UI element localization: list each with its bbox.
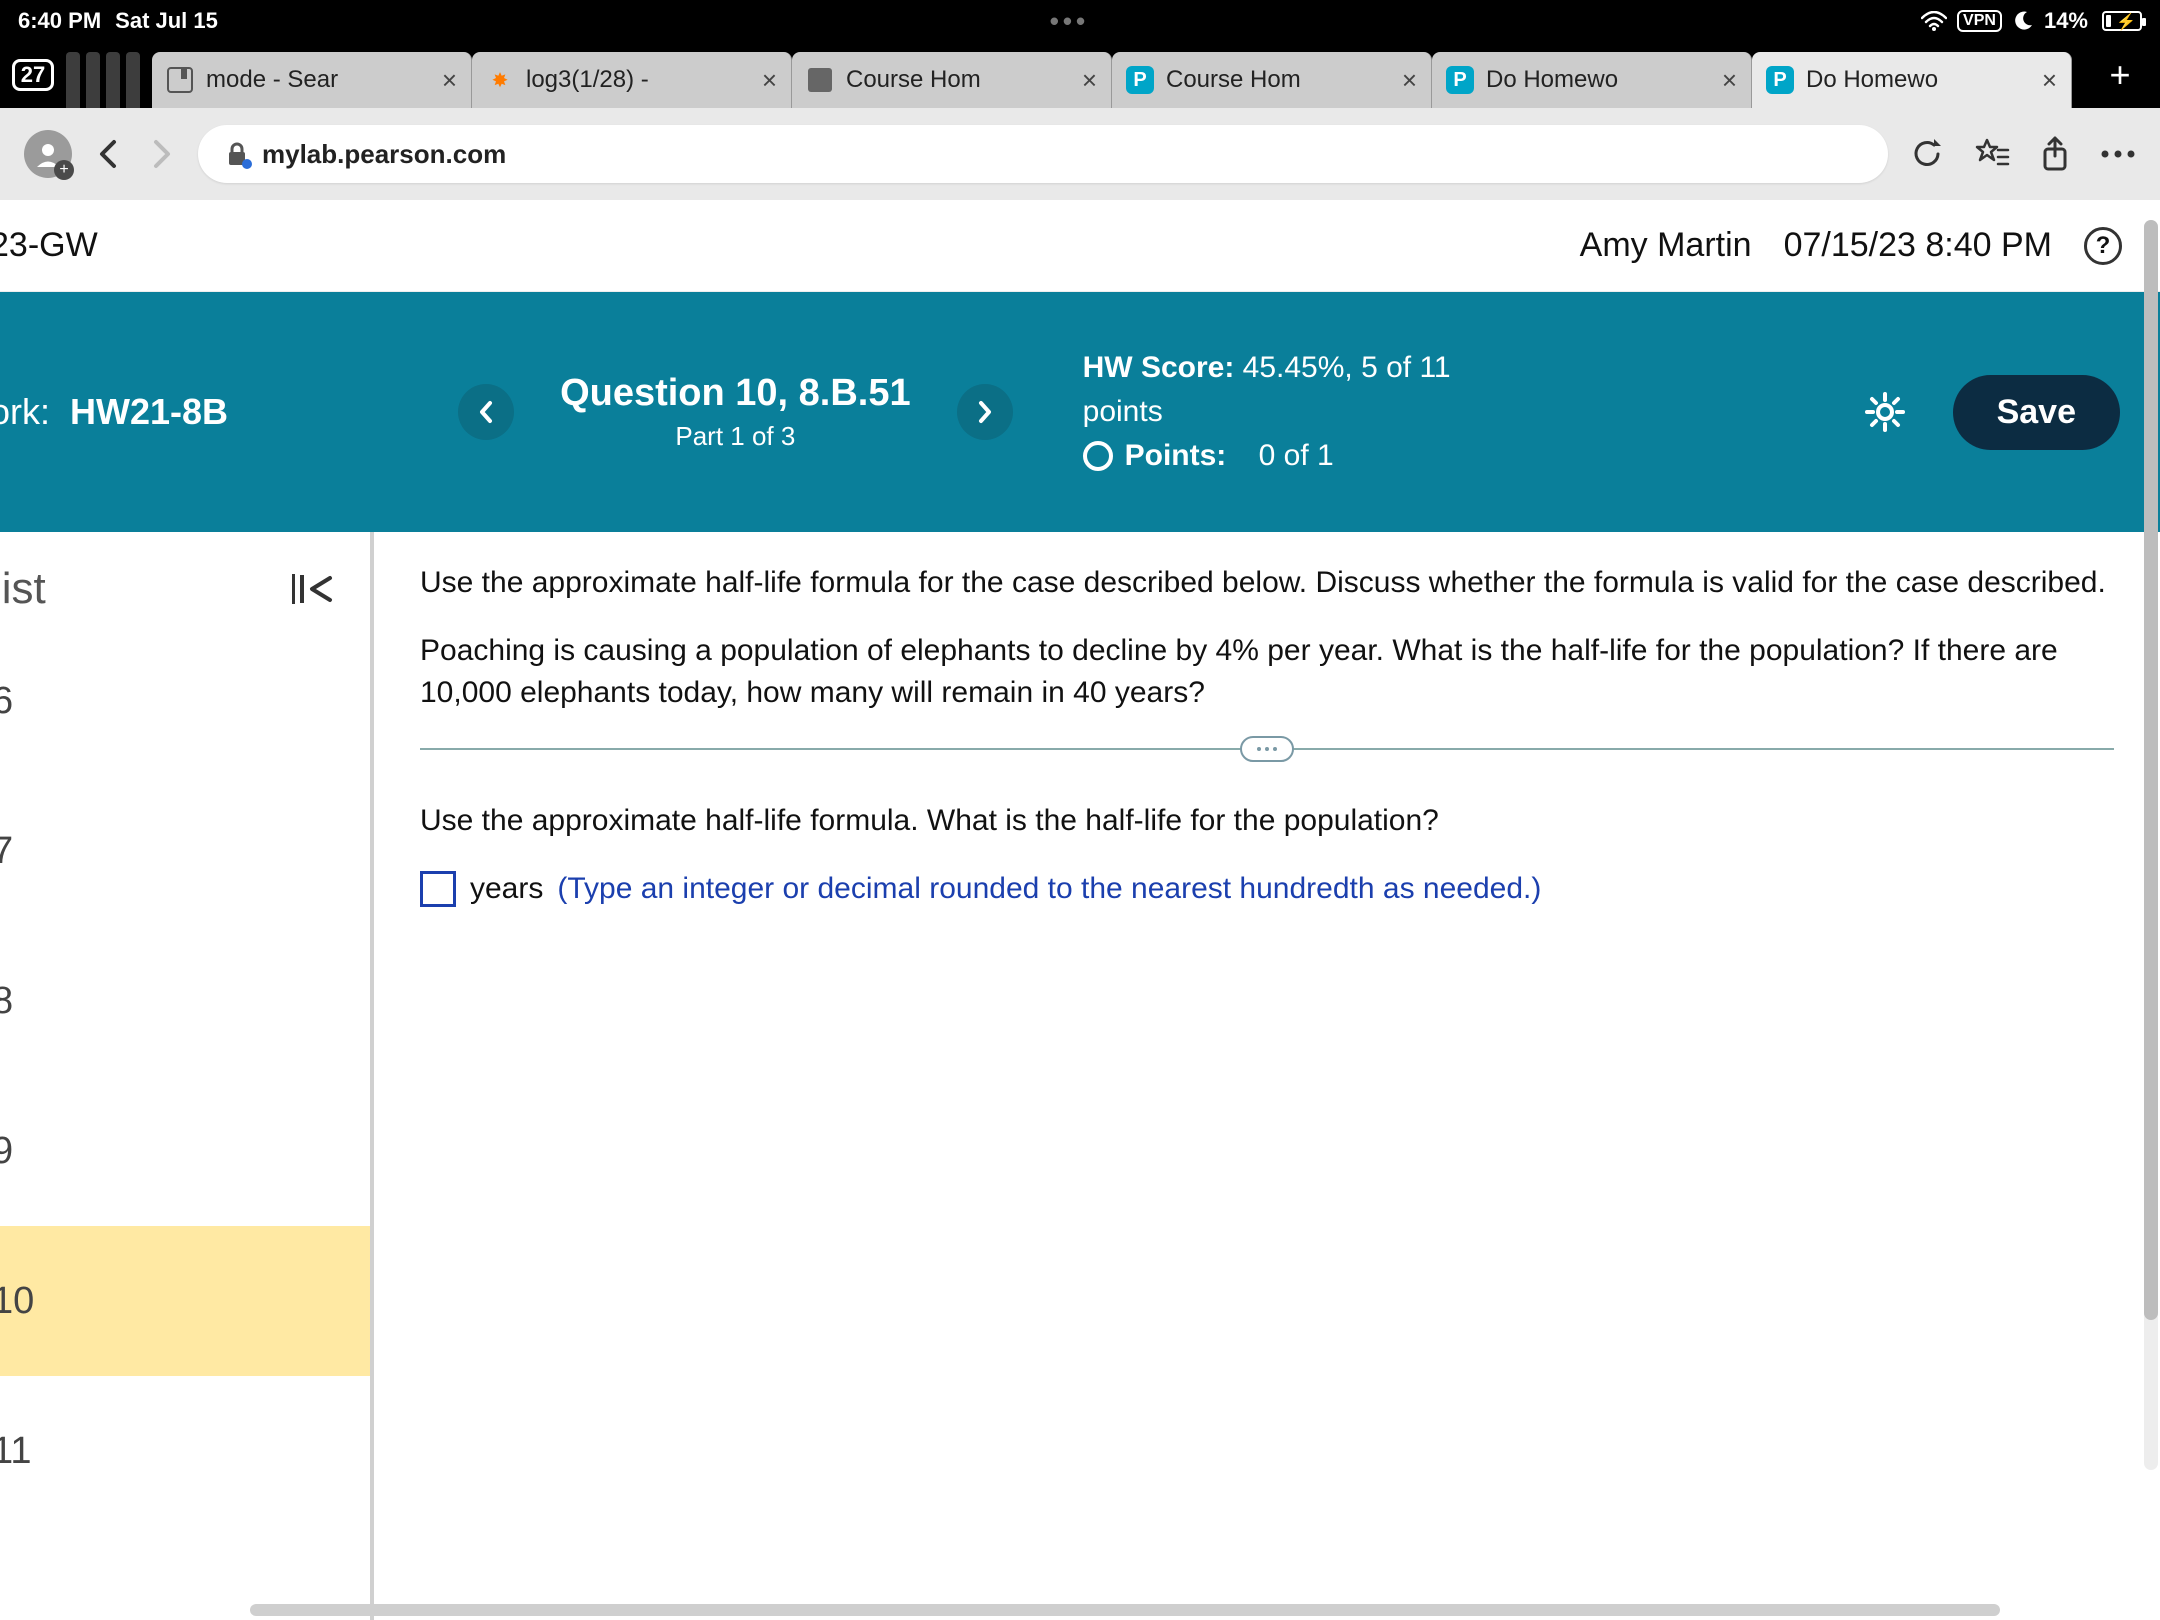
tab-label: Do Homewo: [1806, 66, 1938, 94]
answer-hint: (Type an integer or decimal rounded to t…: [557, 868, 1541, 910]
course-header: 23-GW Amy Martin 07/15/23 8:40 PM ?: [0, 200, 2160, 292]
wifi-icon: [1921, 11, 1947, 31]
main-area: list 67891011 Use the approximate half-l…: [0, 532, 2160, 1620]
expand-divider[interactable]: [420, 748, 2114, 750]
moon-icon: [2012, 10, 2034, 32]
close-tab-button[interactable]: ×: [1082, 65, 1097, 96]
tab-label: Course Hom: [1166, 66, 1301, 94]
user-name: Amy Martin: [1580, 226, 1752, 265]
instruction-text: Use the approximate half-life formula fo…: [420, 562, 2114, 604]
problem-text: Poaching is causing a population of elep…: [420, 630, 2114, 714]
more-button[interactable]: [2100, 149, 2136, 159]
page-icon: [806, 66, 834, 94]
browser-tab[interactable]: ✸ log3(1/28) - ×: [472, 52, 792, 108]
question-indicator: Question 10, 8.B.51 Part 1 of 3: [534, 372, 937, 452]
question-list-item[interactable]: 8: [0, 926, 370, 1076]
url-text: mylab.pearson.com: [262, 139, 506, 170]
multitask-dots[interactable]: •••: [218, 6, 1921, 37]
profile-button[interactable]: [24, 130, 72, 178]
prev-question-button[interactable]: [458, 384, 514, 440]
browser-tab-strip: 27 mode - Sear × ✸ log3(1/28) - × Course Hom ×…: [0, 42, 2160, 108]
forward-button[interactable]: [146, 139, 176, 169]
question-list-item[interactable]: 11: [0, 1376, 370, 1526]
close-tab-button[interactable]: ×: [762, 65, 777, 96]
browser-tab[interactable]: mode - Sear ×: [152, 52, 472, 108]
answer-row: years (Type an integer or decimal rounde…: [420, 868, 2114, 910]
points-circle-icon: [1083, 441, 1113, 471]
question-content: Use the approximate half-life formula fo…: [374, 532, 2160, 1620]
close-tab-button[interactable]: ×: [2042, 65, 2057, 96]
question-list-item[interactable]: 10: [0, 1226, 370, 1376]
sidebar-title: list: [0, 564, 46, 614]
pearson-icon: P: [1446, 66, 1474, 94]
assignment-banner: ork: HW21-8B Question 10, 8.B.51 Part 1 …: [0, 292, 2160, 532]
browser-toolbar: mylab.pearson.com: [0, 108, 2160, 200]
tab-label: log3(1/28) -: [526, 66, 649, 94]
status-date: Sat Jul 15: [115, 8, 218, 34]
back-button[interactable]: [94, 139, 124, 169]
close-tab-button[interactable]: ×: [1722, 65, 1737, 96]
close-tab-button[interactable]: ×: [1402, 65, 1417, 96]
new-tab-button[interactable]: +: [2090, 42, 2150, 108]
answer-input[interactable]: [420, 871, 456, 907]
answer-unit: years: [470, 868, 543, 910]
tab-overview-button[interactable]: 27: [10, 42, 56, 108]
homework-label: ork: HW21-8B: [0, 391, 228, 433]
vpn-badge: VPN: [1957, 10, 2002, 32]
help-button[interactable]: ?: [2084, 227, 2122, 265]
browser-tab[interactable]: P Do Homewo ×: [1432, 52, 1752, 108]
tab-groups[interactable]: [66, 42, 140, 108]
course-datetime: 07/15/23 8:40 PM: [1784, 226, 2052, 265]
question-list-sidebar: list 67891011: [0, 532, 374, 1620]
tab-label: Course Hom: [846, 66, 981, 94]
browser-tab[interactable]: P Course Hom ×: [1112, 52, 1432, 108]
close-tab-button[interactable]: ×: [442, 65, 457, 96]
ipad-status-bar: 6:40 PM Sat Jul 15 ••• VPN 14% ⚡: [0, 0, 2160, 42]
collapse-sidebar-button[interactable]: [298, 572, 336, 606]
horizontal-scrollbar-thumb[interactable]: [250, 1604, 2000, 1616]
battery-pct: 14%: [2044, 8, 2088, 34]
pearson-icon: P: [1766, 66, 1794, 94]
course-code: 23-GW: [0, 226, 98, 265]
status-time: 6:40 PM: [18, 8, 101, 34]
save-button[interactable]: Save: [1953, 375, 2120, 450]
tab-label: Do Homewo: [1486, 66, 1618, 94]
star-icon: ✸: [486, 66, 514, 94]
next-question-button[interactable]: [957, 384, 1013, 440]
browser-tab[interactable]: Course Hom ×: [792, 52, 1112, 108]
favorites-button[interactable]: [1974, 137, 2010, 171]
score-block: HW Score: 45.45%, 5 of 11 points Points:…: [1083, 346, 1451, 478]
lock-icon: [226, 141, 248, 167]
pearson-icon: P: [1126, 66, 1154, 94]
prompt-text: Use the approximate half-life formula. W…: [420, 800, 2114, 842]
address-bar[interactable]: mylab.pearson.com: [198, 125, 1888, 183]
settings-button[interactable]: [1865, 392, 1905, 432]
question-list-item[interactable]: 6: [0, 626, 370, 776]
vertical-scrollbar-thumb[interactable]: [2144, 220, 2158, 1320]
battery-icon: ⚡: [2098, 11, 2142, 31]
reload-button[interactable]: [1910, 137, 1944, 171]
browser-tab[interactable]: P Do Homewo ×: [1752, 52, 2072, 108]
question-list-item[interactable]: 9: [0, 1076, 370, 1226]
question-list-item[interactable]: 7: [0, 776, 370, 926]
book-icon: [166, 66, 194, 94]
share-button[interactable]: [2040, 136, 2070, 172]
tab-label: mode - Sear: [206, 66, 338, 94]
